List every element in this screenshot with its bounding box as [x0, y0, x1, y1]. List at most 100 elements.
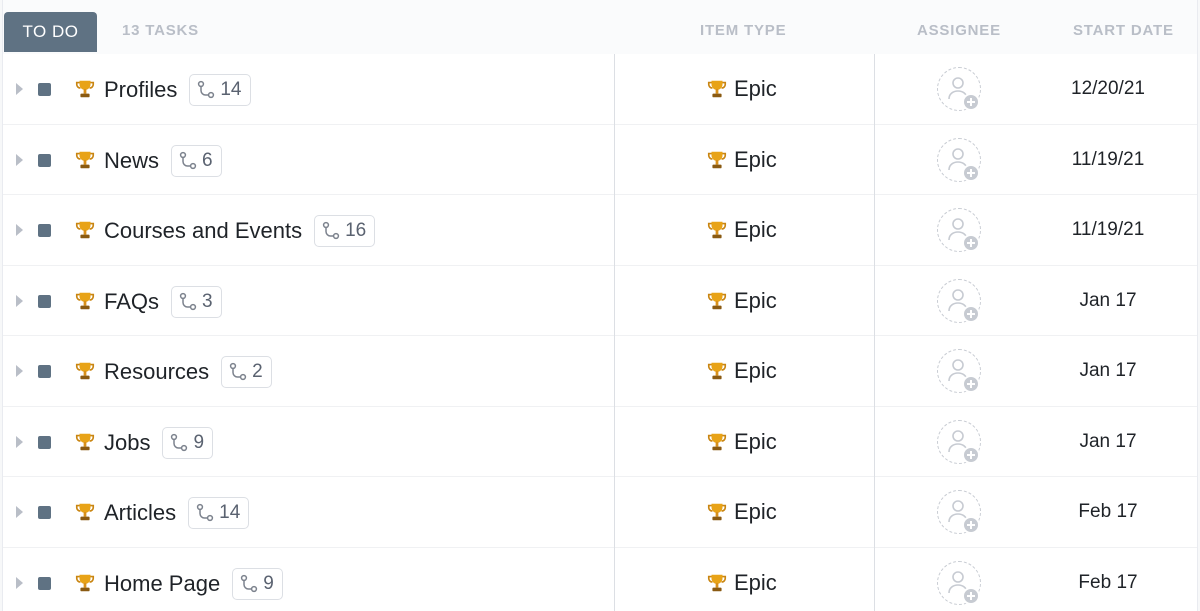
item-type-cell[interactable]: Epic [706, 76, 777, 102]
task-name[interactable]: FAQs [104, 289, 159, 315]
status-square-icon[interactable] [38, 506, 51, 519]
trophy-icon [75, 151, 95, 168]
task-row[interactable]: Resources 2 Epic Jan 17 [3, 336, 1197, 407]
trophy-icon [707, 362, 727, 380]
status-square-icon[interactable] [38, 435, 51, 449]
add-assignee-button[interactable] [937, 490, 981, 534]
subtask-icon [241, 574, 258, 592]
start-date[interactable]: 11/19/21 [1043, 149, 1173, 171]
trophy-icon [707, 80, 727, 98]
add-assignee-button[interactable] [937, 137, 981, 182]
column-header-start-date[interactable]: START DATE [1073, 22, 1174, 39]
list-header: TO DO 13 TASKS ITEM TYPE ASSIGNEE START … [3, 0, 1197, 54]
task-rows: Profiles 14 Epic 12/20/21 News 6 Epic 11… [3, 54, 1197, 611]
item-type-label: Epic [734, 217, 777, 242]
expand-caret-icon[interactable] [16, 153, 23, 166]
trophy-icon [75, 221, 95, 239]
start-date[interactable]: Feb 17 [1043, 501, 1173, 523]
subtask-count-badge[interactable]: 9 [162, 426, 214, 459]
task-name[interactable]: Courses and Events [104, 218, 302, 244]
column-header-item-type[interactable]: ITEM TYPE [700, 22, 786, 39]
column-header-assignee[interactable]: ASSIGNEE [917, 22, 1001, 39]
trophy-icon [707, 292, 727, 309]
trophy-icon [75, 80, 95, 98]
trophy-icon [707, 221, 727, 239]
plus-icon [962, 375, 980, 393]
subtask-icon [179, 292, 197, 310]
subtask-count-badge[interactable]: 3 [171, 285, 222, 318]
status-square-icon[interactable] [38, 224, 51, 237]
trophy-icon [75, 433, 95, 450]
task-name[interactable]: Resources [104, 359, 209, 385]
trophy-icon [75, 503, 95, 521]
subtask-count-badge[interactable]: 9 [232, 567, 283, 600]
subtask-count-badge[interactable]: 2 [221, 356, 272, 388]
trophy-icon [75, 362, 95, 380]
start-date[interactable]: Feb 17 [1043, 572, 1173, 594]
item-type-cell[interactable]: Epic [706, 147, 777, 173]
subtask-icon [196, 503, 214, 522]
column-divider [874, 54, 875, 611]
status-square-icon[interactable] [38, 83, 51, 96]
subtask-count: 14 [220, 79, 242, 100]
expand-caret-icon[interactable] [16, 435, 23, 448]
task-row[interactable]: Courses and Events 16 Epic 11/19/21 [3, 195, 1197, 266]
item-type-cell[interactable]: Epic [706, 358, 777, 384]
subtask-icon [322, 221, 340, 240]
add-assignee-button[interactable] [937, 560, 981, 605]
subtask-count: 6 [202, 149, 213, 171]
expand-caret-icon[interactable] [16, 294, 23, 307]
trophy-icon [707, 503, 727, 521]
trophy-icon [707, 574, 727, 591]
task-row[interactable]: News 6 Epic 11/19/21 [3, 124, 1197, 195]
item-type-cell[interactable]: Epic [706, 429, 777, 455]
task-row[interactable]: Articles 14 Epic Feb 17 [3, 477, 1197, 548]
add-assignee-button[interactable] [937, 67, 981, 111]
status-group-pill[interactable]: TO DO [4, 12, 97, 52]
subtask-count: 2 [252, 361, 263, 382]
start-date[interactable]: Jan 17 [1043, 431, 1173, 453]
task-row[interactable]: Jobs 9 Epic Jan 17 [3, 406, 1197, 477]
status-square-icon[interactable] [38, 576, 51, 590]
subtask-count: 3 [202, 290, 213, 312]
task-name[interactable]: Jobs [104, 430, 150, 456]
subtask-count-badge[interactable]: 14 [189, 74, 251, 106]
expand-caret-icon[interactable] [16, 224, 23, 236]
subtask-count-badge[interactable]: 16 [314, 215, 376, 247]
subtask-count-badge[interactable]: 6 [171, 144, 222, 177]
expand-caret-icon[interactable] [16, 365, 23, 377]
task-row[interactable]: FAQs 3 Epic Jan 17 [3, 265, 1197, 336]
status-square-icon[interactable] [38, 365, 51, 378]
subtask-count: 16 [345, 220, 367, 241]
start-date[interactable]: 11/19/21 [1043, 219, 1173, 241]
start-date[interactable]: Jan 17 [1043, 290, 1173, 312]
subtask-count: 9 [193, 431, 205, 453]
status-square-icon[interactable] [38, 153, 51, 167]
item-type-label: Epic [734, 287, 777, 313]
add-assignee-button[interactable] [937, 278, 981, 323]
task-name[interactable]: Articles [104, 500, 176, 526]
item-type-cell[interactable]: Epic [706, 499, 777, 525]
start-date[interactable]: Jan 17 [1043, 360, 1173, 382]
add-assignee-button[interactable] [937, 349, 981, 393]
add-assignee-button[interactable] [937, 419, 981, 464]
subtask-icon [179, 151, 197, 169]
plus-icon [962, 445, 980, 464]
expand-caret-icon[interactable] [16, 83, 23, 95]
subtask-icon [198, 80, 215, 99]
task-row[interactable]: Home Page 9 Epic Feb 17 [3, 547, 1197, 611]
item-type-cell[interactable]: Epic [706, 288, 777, 314]
task-name[interactable]: Profiles [104, 77, 177, 103]
task-name[interactable]: Home Page [104, 571, 220, 597]
status-square-icon[interactable] [38, 294, 51, 308]
subtask-count-badge[interactable]: 14 [188, 497, 250, 529]
start-date[interactable]: 12/20/21 [1043, 78, 1173, 100]
task-row[interactable]: Profiles 14 Epic 12/20/21 [3, 54, 1197, 125]
expand-caret-icon[interactable] [16, 576, 23, 589]
item-type-cell[interactable]: Epic [706, 217, 777, 243]
item-type-label: Epic [734, 146, 777, 172]
expand-caret-icon[interactable] [16, 506, 23, 518]
add-assignee-button[interactable] [937, 208, 981, 252]
task-name[interactable]: News [104, 148, 159, 174]
item-type-cell[interactable]: Epic [706, 570, 777, 596]
